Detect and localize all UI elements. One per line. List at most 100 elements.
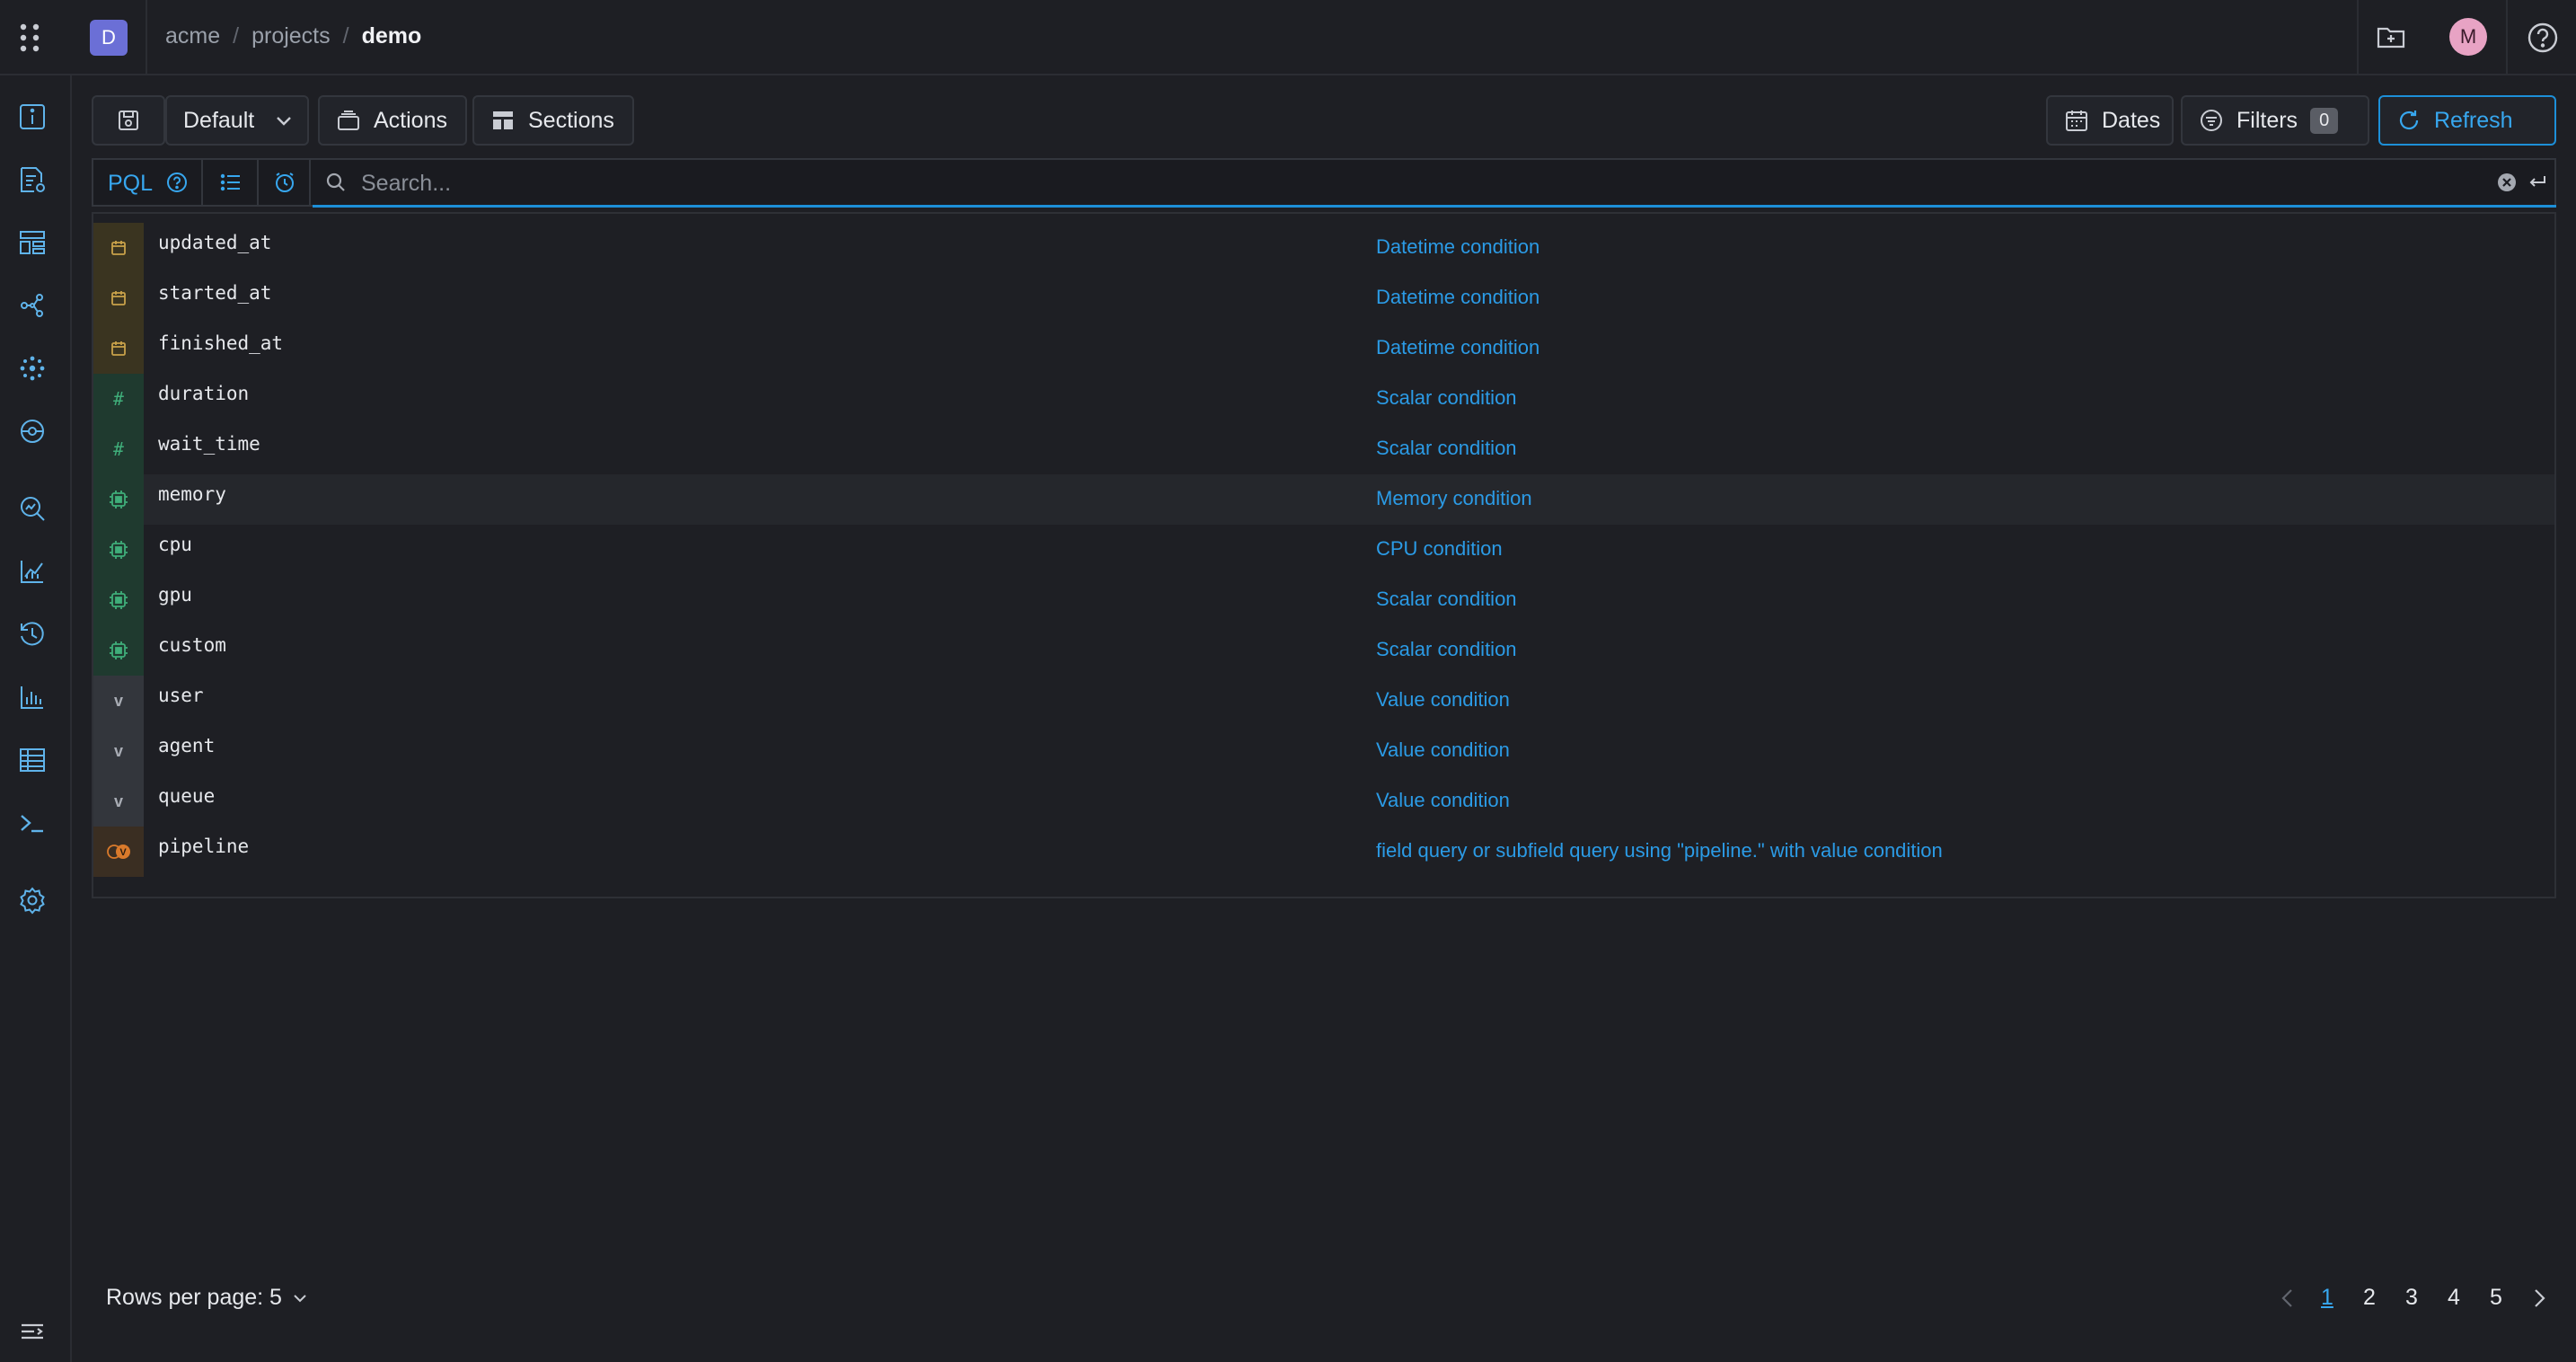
suggestion-row[interactable]: v agent Value condition <box>93 726 2554 776</box>
search-icon <box>325 172 347 193</box>
search-analytics-icon[interactable] <box>18 494 47 523</box>
enter-key-icon[interactable] <box>2527 172 2547 192</box>
refresh-icon <box>2396 108 2422 133</box>
chip-icon <box>93 525 144 575</box>
suggestion-row[interactable]: # duration Scalar condition <box>93 374 2554 424</box>
metrics-chart-icon[interactable] <box>18 557 47 586</box>
history-icon[interactable] <box>18 620 47 649</box>
suggestion-row[interactable]: v queue Value condition <box>93 776 2554 827</box>
filters-label: Filters <box>2236 107 2298 133</box>
divider <box>146 0 147 74</box>
save-icon <box>116 108 141 133</box>
suggestion-description: CPU condition <box>1376 537 1503 560</box>
dates-label: Dates <box>2102 107 2161 133</box>
list-view-icon[interactable] <box>219 171 243 194</box>
suggestion-field-name: queue <box>158 785 216 807</box>
suggestion-field-name: gpu <box>158 584 192 606</box>
suggestion-row[interactable]: Vpipeline field query or subfield query u… <box>93 827 2554 877</box>
apps-grid-icon[interactable] <box>18 22 43 54</box>
user-avatar[interactable]: M <box>2449 18 2487 56</box>
suggestion-description: Datetime condition <box>1376 286 1540 308</box>
hash-icon: # <box>93 424 144 474</box>
filters-count-badge: 0 <box>2310 107 2339 134</box>
search-input[interactable] <box>359 168 2536 199</box>
chevron-down-icon <box>291 1289 309 1307</box>
suggestion-row[interactable]: # wait_time Scalar condition <box>93 424 2554 474</box>
chevron-down-icon <box>274 111 294 130</box>
page-link-1[interactable]: 1 <box>2321 1285 2333 1311</box>
terminal-icon[interactable] <box>18 809 47 837</box>
components-icon[interactable] <box>18 354 47 383</box>
suggestion-description: Scalar condition <box>1376 386 1517 409</box>
suggestion-row[interactable]: v user Value condition <box>93 676 2554 726</box>
page-link-3[interactable]: 3 <box>2405 1285 2418 1311</box>
svg-text:V: V <box>119 847 127 858</box>
suggestion-row[interactable]: custom Scalar condition <box>93 625 2554 676</box>
save-view-button[interactable] <box>92 95 165 146</box>
suggestion-row[interactable]: cpu CPU condition <box>93 525 2554 575</box>
stack-icon <box>336 108 361 133</box>
divider <box>201 160 203 205</box>
page-link-5[interactable]: 5 <box>2490 1285 2502 1311</box>
suggestion-field-name: updated_at <box>158 232 272 253</box>
suggestion-field-name: memory <box>158 483 226 505</box>
breadcrumb-projects[interactable]: projects <box>251 23 331 49</box>
dag-nodes-icon[interactable] <box>18 291 47 320</box>
divider <box>2506 0 2508 74</box>
suggestion-row[interactable]: gpu Scalar condition <box>93 575 2554 625</box>
hash-icon: # <box>93 374 144 424</box>
new-folder-icon[interactable] <box>2375 20 2407 52</box>
lineage-icon[interactable] <box>18 417 47 446</box>
dates-button[interactable]: Dates <box>2046 95 2174 146</box>
page-link-2[interactable]: 2 <box>2363 1285 2376 1311</box>
suggestion-description: Value condition <box>1376 738 1510 761</box>
divider <box>2357 0 2359 74</box>
suggestion-field-name: cpu <box>158 534 192 555</box>
suggestion-field-name: wait_time <box>158 433 260 455</box>
filters-button[interactable]: Filters 0 <box>2181 95 2369 146</box>
bar-chart-icon[interactable] <box>18 683 47 712</box>
actions-button[interactable]: Actions <box>318 95 467 146</box>
suggestion-row[interactable]: finished_at Datetime condition <box>93 323 2554 374</box>
chip-icon <box>93 474 144 525</box>
table-icon[interactable] <box>18 746 47 774</box>
project-avatar[interactable]: D <box>90 20 128 56</box>
top-bar: D acme / projects / demo M <box>0 0 2576 75</box>
suggestion-field-name: custom <box>158 634 226 656</box>
auto-refresh-icon[interactable] <box>273 171 296 194</box>
page-link-4[interactable]: 4 <box>2448 1285 2460 1311</box>
suggestion-field-name: finished_at <box>158 332 284 354</box>
suggestion-field-name: user <box>158 685 204 706</box>
next-page-icon[interactable] <box>2529 1287 2549 1310</box>
sections-button[interactable]: Sections <box>472 95 634 146</box>
prev-page-icon[interactable] <box>2278 1287 2298 1310</box>
help-icon[interactable] <box>2527 22 2559 54</box>
filter-icon <box>2199 108 2224 133</box>
refresh-button[interactable]: Refresh <box>2378 95 2556 146</box>
clear-search-icon[interactable] <box>2497 172 2517 192</box>
settings-gear-icon[interactable] <box>18 886 47 915</box>
breadcrumb-owner[interactable]: acme <box>165 23 220 49</box>
calendar-icon <box>93 273 144 323</box>
pql-help-icon[interactable] <box>165 171 189 194</box>
rows-per-page-select[interactable]: Rows per page: 5 <box>106 1285 309 1311</box>
view-selector-dropdown[interactable]: Default <box>165 95 309 146</box>
actions-label: Actions <box>374 107 447 133</box>
suggestion-description: Scalar condition <box>1376 588 1517 610</box>
left-nav-rail <box>0 75 72 1362</box>
suggestion-row[interactable]: memory Memory condition <box>93 474 2554 525</box>
suggestion-row[interactable]: started_at Datetime condition <box>93 273 2554 323</box>
suggestion-field-name: started_at <box>158 282 272 304</box>
suggestion-row[interactable]: updated_at Datetime condition <box>93 223 2554 273</box>
sections-label: Sections <box>528 107 614 133</box>
suggestion-description: field query or subfield query using "pip… <box>1376 839 1943 862</box>
pql-mode-label[interactable]: PQL <box>108 171 153 197</box>
runs-list-icon[interactable] <box>18 165 47 194</box>
view-selector-label: Default <box>183 107 255 133</box>
breadcrumb-separator: / <box>342 23 349 49</box>
info-icon[interactable] <box>18 102 47 131</box>
collapse-sidebar-icon[interactable] <box>18 1317 47 1346</box>
suggestion-description: Value condition <box>1376 688 1510 711</box>
dashboard-layout-icon[interactable] <box>18 228 47 257</box>
suggestion-description: Memory condition <box>1376 487 1532 509</box>
